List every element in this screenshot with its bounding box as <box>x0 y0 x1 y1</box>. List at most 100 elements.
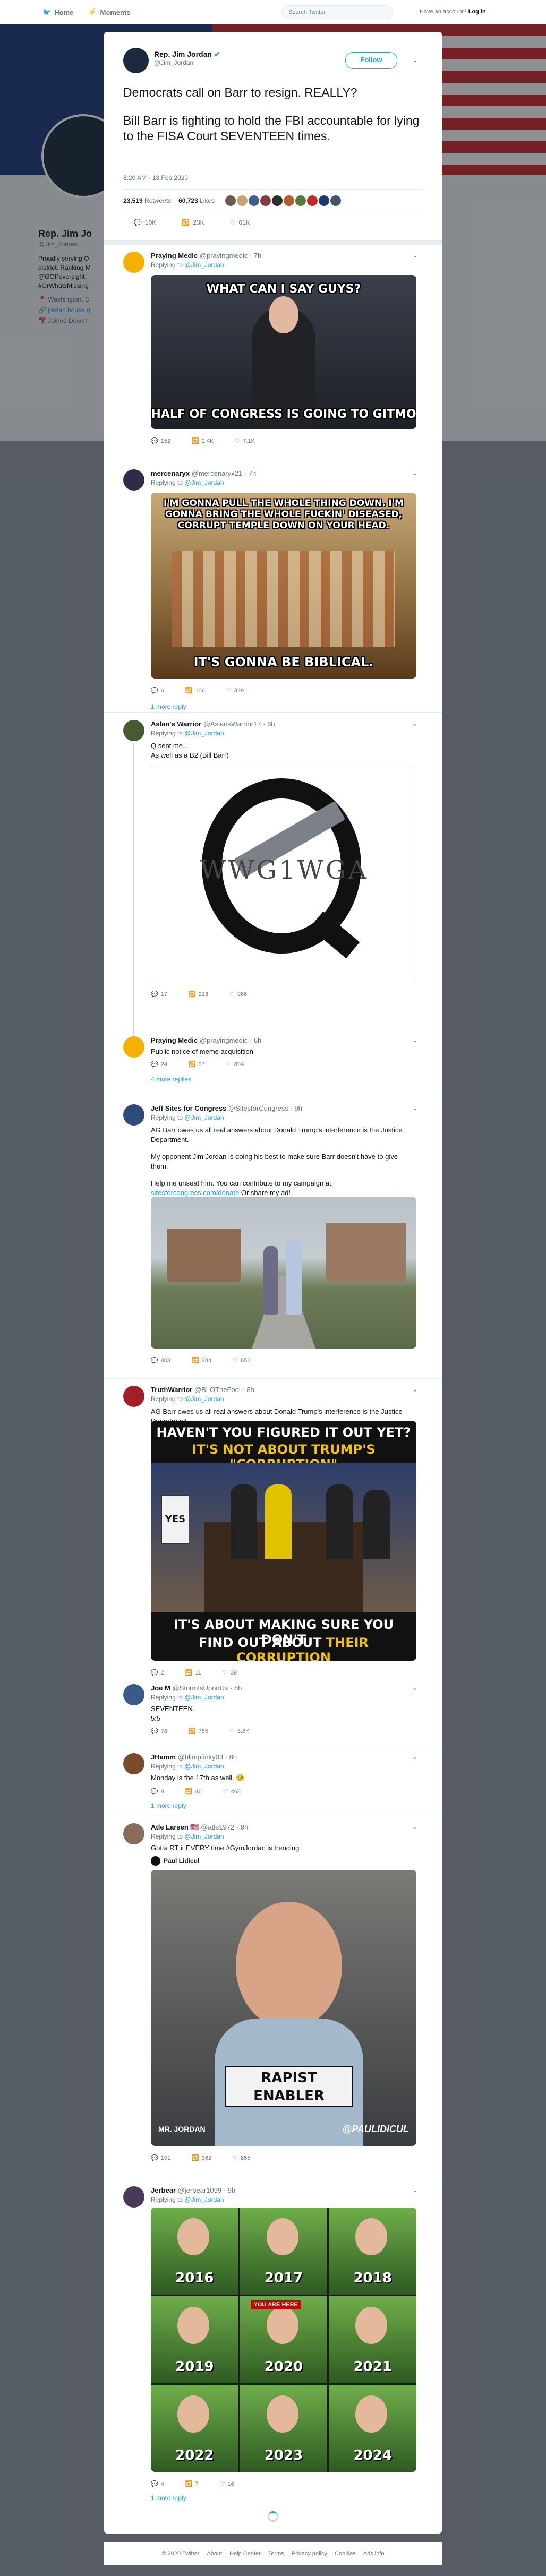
replying-to-link[interactable]: @Jim_Jordan <box>184 479 224 486</box>
reply-tweet[interactable]: Jeff Sites for Congress @SitesforCongres… <box>104 1098 442 1385</box>
meme-image[interactable]: I'M GONNA PULL THE WHOLE THING DOWN. I'M… <box>151 493 416 679</box>
reply-button[interactable]: 💬 803 <box>151 1357 170 1364</box>
footer-link[interactable]: Ads info <box>363 2551 385 2557</box>
like-button[interactable]: ♡ 3.8K <box>229 1728 250 1735</box>
footer-link[interactable]: Privacy policy <box>292 2551 327 2557</box>
reply-tweet[interactable]: JHamm @blimpfinity03 · 8h ⌄ Replying to … <box>104 1747 442 1810</box>
retweet-button[interactable]: 🔁 284 <box>192 1357 211 1364</box>
reply-button[interactable]: 💬 4 <box>151 2480 164 2488</box>
reply-name[interactable]: JHamm <box>151 1753 176 1761</box>
avatar[interactable] <box>330 195 342 206</box>
reply-name[interactable]: TruthWarrior <box>151 1386 192 1394</box>
retweet-button[interactable]: 🔁 2.4K <box>192 437 214 445</box>
reply-button[interactable]: 💬 2 <box>151 1669 164 1677</box>
video-image[interactable] <box>151 1197 416 1349</box>
avatar[interactable] <box>123 469 144 491</box>
avatar[interactable] <box>249 195 260 206</box>
reply-tweet[interactable]: Atle Larsen 🇺🇸 @atle1972 · 9h ⌄ Replying… <box>104 1817 442 2194</box>
chevron-down-icon[interactable]: ⌄ <box>412 252 417 259</box>
avatar[interactable] <box>123 1753 144 1774</box>
replying-to-link[interactable]: @Jim_Jordan <box>184 261 224 269</box>
replying-to-link[interactable]: @Jim_Jordan <box>184 1114 224 1121</box>
replying-to-link[interactable]: @Jim_Jordan <box>184 729 224 737</box>
chevron-down-icon[interactable]: ⌄ <box>412 1386 417 1393</box>
author-handle[interactable]: @Jim_Jordan <box>154 59 220 66</box>
footer-link[interactable]: About <box>207 2551 222 2557</box>
meme-image[interactable]: RAPIST ENABLER MR. JORDAN @PAULIDICUL <box>151 1870 416 2146</box>
chevron-down-icon[interactable]: ⌄ <box>412 1753 417 1761</box>
avatar[interactable] <box>284 195 295 206</box>
chevron-down-icon[interactable]: ⌄ <box>412 469 417 477</box>
follow-button[interactable]: Follow <box>345 52 397 69</box>
chevron-down-icon[interactable]: ⌄ <box>412 1823 417 1831</box>
close-icon[interactable]: ✕ <box>523 3 536 22</box>
like-button[interactable]: ♡ 16 <box>220 2480 234 2488</box>
search-input[interactable]: Search Twitter <box>281 5 393 19</box>
retweet-button[interactable]: 🔁 46 <box>185 1788 202 1796</box>
avatar[interactable] <box>123 1386 144 1407</box>
like-button[interactable]: ♡ 61K <box>230 219 250 226</box>
avatar[interactable] <box>319 195 330 206</box>
reply-button[interactable]: 💬 24 <box>151 1061 167 1068</box>
footer-link[interactable]: Cookies <box>335 2551 356 2557</box>
replying-to-link[interactable]: @Jim_Jordan <box>184 1694 224 1701</box>
reply-button[interactable]: 💬 191 <box>151 2154 170 2162</box>
nav-home[interactable]: 🐦 Home <box>42 8 73 16</box>
retweet-button[interactable]: 🔁 106 <box>185 687 205 694</box>
reply-name[interactable]: Praying Medic <box>151 1036 198 1044</box>
retweet-button[interactable]: 🔁 97 <box>189 1061 205 1068</box>
like-button[interactable]: ♡ 986 <box>229 991 247 998</box>
more-replies-link[interactable]: 1 more reply <box>151 1802 186 1809</box>
like-button[interactable]: ♡ 329 <box>226 687 244 694</box>
chevron-down-icon[interactable]: ⌄ <box>412 720 417 727</box>
replying-to-link[interactable]: @Jim_Jordan <box>184 1833 224 1840</box>
chevron-down-icon[interactable]: ⌄ <box>412 56 417 64</box>
avatar[interactable] <box>123 2186 144 2208</box>
reply-tweet[interactable]: TruthWarrior @BLOTheFool · 8h ⌄ Replying… <box>104 1379 442 1677</box>
avatar[interactable] <box>123 1823 144 1844</box>
avatar[interactable] <box>123 1036 144 1058</box>
chevron-down-icon[interactable]: ⌄ <box>412 2186 417 2194</box>
avatar[interactable] <box>123 1104 144 1126</box>
author-avatar[interactable] <box>123 48 149 73</box>
like-button[interactable]: ♡ 39 <box>223 1669 237 1677</box>
reply-name[interactable]: Praying Medic <box>151 252 198 260</box>
retweet-button[interactable]: 🔁 755 <box>189 1728 208 1735</box>
reply-name[interactable]: Jerbear <box>151 2186 176 2194</box>
meme-image[interactable]: WHAT CAN I SAY GUYS? HALF OF CONGRESS IS… <box>151 275 416 429</box>
login-link[interactable]: Log in <box>468 8 486 15</box>
reply-name[interactable]: Atle Larsen 🇺🇸 <box>151 1823 199 1831</box>
more-replies-link[interactable]: 4 more replies <box>151 1076 191 1083</box>
retweet-button[interactable]: 🔁 11 <box>185 1669 201 1677</box>
chevron-down-icon[interactable]: ⌄ <box>412 1104 417 1112</box>
reply-button[interactable]: 💬 8 <box>151 1788 164 1796</box>
like-button[interactable]: ♡ 894 <box>226 1061 244 1068</box>
footer-link[interactable]: © 2020 Twitter <box>161 2551 199 2557</box>
retweet-button[interactable]: 🔁 213 <box>189 991 208 998</box>
author-name[interactable]: Rep. Jim Jordan ✔ <box>154 50 220 59</box>
reply-tweet[interactable]: Aslan's Warrior @AslansWarrior17 · 6h ⌄ … <box>104 714 442 1032</box>
avatar[interactable] <box>123 1684 144 1705</box>
reply-name[interactable]: Aslan's Warrior <box>151 720 201 728</box>
avatar[interactable] <box>295 195 306 206</box>
reply-button[interactable]: 💬 6 <box>151 687 164 694</box>
replying-to-link[interactable]: @Jim_Jordan <box>184 1395 224 1403</box>
chevron-down-icon[interactable]: ⌄ <box>412 1684 417 1691</box>
like-stat[interactable]: 60,723 Likes <box>178 197 215 204</box>
footer-link[interactable]: Help Center <box>229 2551 261 2557</box>
retweet-button[interactable]: 🔁 7 <box>185 2480 199 2488</box>
quoted-account[interactable]: Paul Lidicul <box>151 1856 199 1866</box>
reply-tweet[interactable]: mercenaryx @mercenaryx21 · 7h ⌄ Replying… <box>104 463 442 739</box>
meme-image[interactable]: HAVEN'T YOU FIGURED IT OUT YET? IT'S NOT… <box>151 1421 416 1661</box>
reply-tweet[interactable]: Praying Medic @prayingmedic · 6h ⌄ Publi… <box>104 1030 442 1088</box>
donate-link[interactable]: sitesforcongress.com/donate <box>151 1189 239 1197</box>
avatar[interactable] <box>307 195 318 206</box>
like-button[interactable]: ♡ 855 <box>233 2154 250 2162</box>
reply-tweet[interactable]: Praying Medic @prayingmedic · 7h ⌄ Reply… <box>104 245 442 468</box>
retweet-stat[interactable]: 23,519 Retweets <box>123 197 171 204</box>
reply-button[interactable]: 💬 152 <box>151 437 170 445</box>
reply-name[interactable]: Joe M <box>151 1684 170 1692</box>
nav-moments[interactable]: ⚡ Moments <box>88 8 130 16</box>
reply-name[interactable]: Jeff Sites for Congress <box>151 1104 226 1112</box>
more-replies-link[interactable]: 1 more reply <box>151 2494 186 2502</box>
